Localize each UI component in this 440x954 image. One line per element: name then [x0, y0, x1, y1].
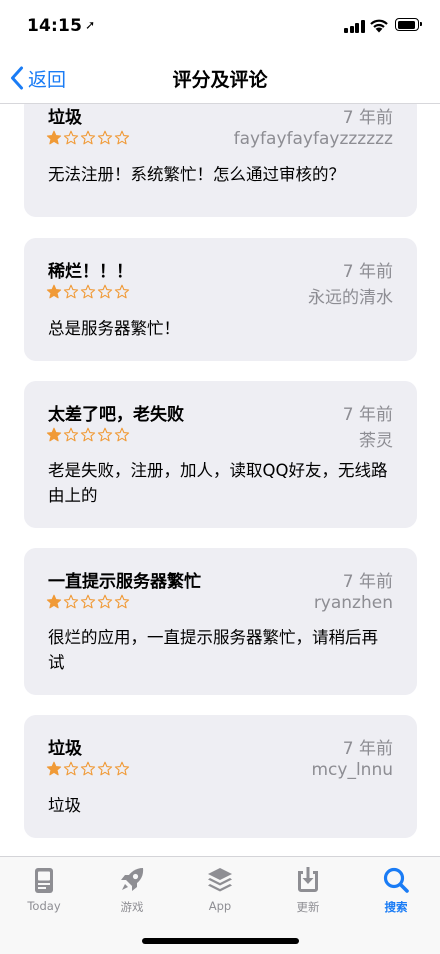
rocket-icon: [121, 868, 144, 891]
star-empty-icon: [97, 130, 113, 145]
tab-bar: Today 游戏 App 更新 搜索: [0, 856, 440, 954]
battery-icon: [395, 18, 422, 31]
tab-label: 搜索: [384, 900, 408, 914]
search-icon: [383, 867, 409, 893]
review-card[interactable]: 垃圾 7 年前 fayfayfayfayzzzzzz 无法注册！系统繁忙！怎么通…: [24, 104, 417, 217]
review-body: 老是失败，注册，加人，读取QQ好友，无线路由上的: [48, 461, 388, 505]
tab-label: Today: [27, 899, 61, 913]
review-title: 太差了吧，老失败: [48, 405, 184, 425]
star-empty-icon: [97, 594, 113, 609]
review-stars: [46, 130, 131, 148]
star-empty-icon: [63, 594, 79, 609]
review-date: 7 年前: [342, 262, 393, 282]
tab-games[interactable]: 游戏: [88, 857, 176, 917]
download-tray-icon: [298, 867, 318, 892]
review-stars: [46, 427, 131, 445]
star-empty-icon: [114, 761, 130, 776]
review-body: 总是服务器繁忙！: [48, 319, 180, 338]
star-empty-icon: [114, 427, 130, 442]
review-stars: [46, 594, 131, 612]
star-filled-icon: [46, 427, 62, 442]
star-empty-icon: [114, 594, 130, 609]
star-filled-icon: [46, 130, 62, 145]
review-title: 垃圾: [48, 108, 82, 128]
star-empty-icon: [63, 130, 79, 145]
star-empty-icon: [80, 284, 96, 299]
star-empty-icon: [114, 130, 130, 145]
reviews-list[interactable]: 垃圾 7 年前 fayfayfayfayzzzzzz 无法注册！系统繁忙！怎么通…: [0, 104, 440, 856]
tab-label: 游戏: [120, 900, 144, 914]
status-bar: 14:15 ➚: [0, 0, 440, 52]
star-empty-icon: [63, 284, 79, 299]
tab-app[interactable]: App: [176, 857, 264, 917]
review-body: 垃圾: [48, 796, 81, 815]
review-author: ryanzhen: [313, 593, 393, 613]
star-empty-icon: [80, 761, 96, 776]
review-title: 一直提示服务器繁忙: [48, 572, 201, 592]
review-date: 7 年前: [342, 405, 393, 425]
review-author: mcy_lnnu: [311, 760, 393, 780]
star-empty-icon: [63, 761, 79, 776]
star-empty-icon: [80, 130, 96, 145]
wifi-icon: [370, 19, 388, 33]
review-title: 稀烂！！！: [48, 262, 133, 282]
navigation-bar: 返回 评分及评论: [0, 52, 440, 104]
layers-icon: [208, 868, 232, 892]
review-card[interactable]: 垃圾 7 年前 mcy_lnnu 垃圾: [24, 715, 417, 838]
cellular-signal-icon: [344, 20, 365, 33]
tab-search[interactable]: 搜索: [352, 857, 440, 917]
review-card[interactable]: 太差了吧，老失败 7 年前 荼灵 老是失败，注册，加人，读取QQ好友，无线路由上…: [24, 381, 417, 528]
review-stars: [46, 761, 131, 779]
star-empty-icon: [97, 284, 113, 299]
star-empty-icon: [63, 427, 79, 442]
star-filled-icon: [46, 594, 62, 609]
status-time: 14:15 ➚: [27, 16, 96, 36]
star-filled-icon: [46, 761, 62, 776]
star-empty-icon: [80, 427, 96, 442]
star-empty-icon: [97, 761, 113, 776]
review-body: 很烂的应用，一直提示服务器繁忙，请稍后再试: [48, 628, 378, 672]
tab-label: App: [208, 899, 232, 913]
review-author: 荼灵: [359, 431, 393, 451]
location-arrow-icon: ➚: [85, 18, 96, 32]
review-author: fayfayfayfayzzzzzz: [233, 129, 393, 149]
review-stars: [46, 284, 131, 302]
page-title: 评分及评论: [172, 69, 268, 91]
review-date: 7 年前: [342, 572, 393, 592]
star-empty-icon: [97, 427, 113, 442]
review-date: 7 年前: [342, 739, 393, 759]
tab-today[interactable]: Today: [0, 857, 88, 917]
review-card[interactable]: 稀烂！！！ 7 年前 永远的清水 总是服务器繁忙！: [24, 238, 417, 361]
review-body: 无法注册！系统繁忙！怎么通过审核的？: [48, 165, 345, 184]
review-card[interactable]: 一直提示服务器繁忙 7 年前 ryanzhen 很烂的应用，一直提示服务器繁忙，…: [24, 548, 417, 695]
home-indicator: [142, 938, 299, 944]
tab-label: 更新: [296, 900, 320, 914]
review-title: 垃圾: [48, 739, 82, 759]
today-icon: [35, 868, 53, 893]
star-filled-icon: [46, 284, 62, 299]
tab-updates[interactable]: 更新: [264, 857, 352, 917]
review-date: 7 年前: [342, 108, 393, 128]
review-author: 永远的清水: [308, 288, 393, 308]
star-empty-icon: [114, 284, 130, 299]
star-empty-icon: [80, 594, 96, 609]
